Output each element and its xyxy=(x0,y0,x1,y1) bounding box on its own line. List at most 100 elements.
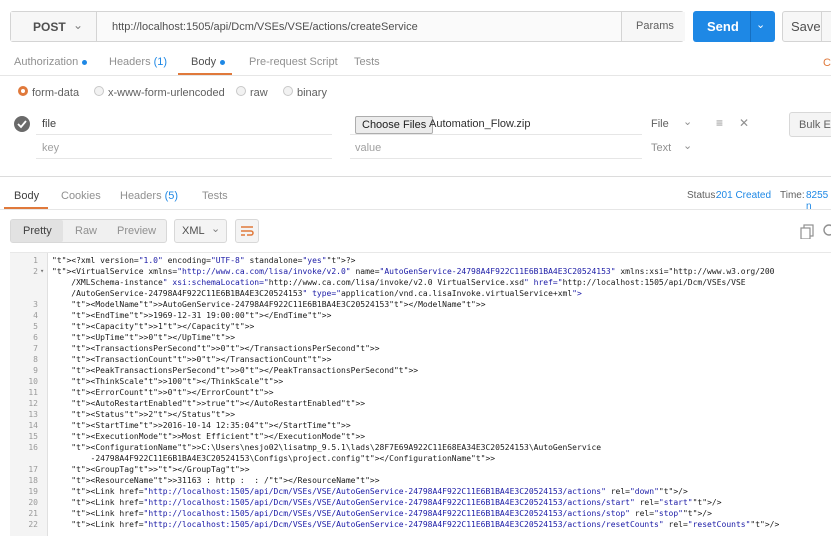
line-number: 19 xyxy=(28,487,38,496)
code-text: "t"><Capacity"t">>1"t"></Capacity"t">> xyxy=(71,322,255,331)
code-text: "t"><ThinkScale"t">>100"t"></ThinkScale"… xyxy=(71,377,284,386)
copy-icon[interactable] xyxy=(799,223,815,239)
check-icon xyxy=(17,120,27,129)
value-underline xyxy=(350,134,642,135)
key-input[interactable]: key xyxy=(42,142,59,154)
code-text: "t"><StartTime"t">>2016-10-14 12:35:04"t… xyxy=(71,421,351,430)
tabs-divider xyxy=(0,75,831,76)
save-divider xyxy=(821,12,822,41)
value-input[interactable]: value xyxy=(355,142,381,154)
radio-raw-label: raw xyxy=(250,87,268,99)
url-input[interactable]: http://localhost:1505/api/Dcm/VSEs/VSE/a… xyxy=(112,21,418,33)
params-button[interactable]: Params xyxy=(621,12,685,41)
format-label: XML xyxy=(182,225,205,237)
code-text: "t"><EndTime"t">>1969-12-31 19:00:00"t">… xyxy=(71,311,332,320)
tab-headers-label: Headers xyxy=(109,56,151,68)
row-enabled-checkbox[interactable] xyxy=(14,116,30,132)
tab-authorization[interactable]: Authorization xyxy=(14,56,88,68)
line-number: 12 xyxy=(28,399,38,408)
code-text: "t"><ConfigurationName"t">>C:\Users\nesj… xyxy=(71,443,602,452)
response-tab-cookies[interactable]: Cookies xyxy=(61,190,101,202)
code-text: "t"><TransactionCount"t">>0"t"></Transac… xyxy=(71,355,332,364)
line-number: 22 xyxy=(28,520,38,529)
code-text: "t"><UpTime"t">>0"t"></UpTime"t">> xyxy=(71,333,236,342)
close-icon[interactable]: ✕ xyxy=(739,116,749,130)
line-number: 3 xyxy=(33,300,38,309)
code-text: "t"><VirtualService xmlns="http://www.ca… xyxy=(52,267,775,276)
status-label: Status: xyxy=(687,190,719,201)
send-button[interactable]: Send ⌄ xyxy=(693,11,775,42)
radio-form-data[interactable] xyxy=(18,86,28,96)
method-select[interactable]: POST ⌄ xyxy=(11,12,97,41)
response-tab-body[interactable]: Body xyxy=(14,190,39,202)
request-bar: POST ⌄ http://localhost:1505/api/Dcm/VSE… xyxy=(10,11,685,42)
drag-handle-icon[interactable]: ≡ xyxy=(716,116,723,130)
view-pretty-label: Pretty xyxy=(23,225,52,237)
tab-pre-request-script[interactable]: Pre-request Script xyxy=(249,56,338,68)
cookies-link[interactable]: Co xyxy=(823,57,831,69)
code-line: 16 "t"><ConfigurationName"t">>C:\Users\n… xyxy=(10,442,831,453)
radio-binary-label: binary xyxy=(297,87,327,99)
fold-arrow-icon[interactable]: ▾ xyxy=(40,266,44,277)
tab-body[interactable]: Body xyxy=(191,56,226,68)
bulk-edit-button[interactable]: Bulk Ed xyxy=(789,112,831,137)
view-pretty-button[interactable]: Pretty xyxy=(11,220,63,242)
response-code-view[interactable]: 1 "t"><?xml version="1.0" encoding="UTF-8… xyxy=(10,252,831,536)
radio-raw[interactable] xyxy=(236,86,246,96)
response-tab-headers[interactable]: Headers (5) xyxy=(120,190,178,202)
tab-headers[interactable]: Headers (1) xyxy=(109,56,167,68)
code-line: 10 "t"><ThinkScale"t">>100"t"></ThinkSca… xyxy=(10,376,831,387)
tab-headers-count: (1) xyxy=(153,56,168,68)
code-text: "t"><AutoRestartEnabled"t">>true"t"></Au… xyxy=(71,399,366,408)
choose-files-button[interactable]: Choose Files xyxy=(355,116,434,134)
save-button[interactable]: Save xyxy=(782,11,831,42)
code-text: "t"><Link href="http://localhost:1505/ap… xyxy=(71,520,780,529)
radio-binary[interactable] xyxy=(283,86,293,96)
code-line: -24798A4F922C11E6B1BA4E3C20524153\Config… xyxy=(10,453,831,464)
file-name: Automation_Flow.zip xyxy=(429,118,531,130)
view-preview-button[interactable]: Preview xyxy=(117,225,156,237)
line-number: 14 xyxy=(28,421,38,430)
code-line: 1 "t"><?xml version="1.0" encoding="UTF-8… xyxy=(10,255,831,266)
code-line: 6 "t"><UpTime"t">>0"t"></UpTime"t">> xyxy=(10,332,831,343)
chevron-down-icon[interactable]: ⌄ xyxy=(683,139,692,152)
radio-urlencoded[interactable] xyxy=(94,86,104,96)
line-number: 2 xyxy=(33,267,38,276)
type-select-text[interactable]: Text xyxy=(651,142,671,154)
section-divider xyxy=(0,176,831,177)
view-raw-button[interactable]: Raw xyxy=(75,225,97,237)
chevron-down-icon[interactable]: ⌄ xyxy=(683,115,692,128)
code-text: "t"><Link href="http://localhost:1505/ap… xyxy=(71,487,688,496)
form-key-field[interactable]: file xyxy=(42,118,56,130)
code-line: 8 "t"><TransactionCount"t">>0"t"></Trans… xyxy=(10,354,831,365)
bulk-edit-label: Bulk Ed xyxy=(799,119,831,131)
code-line: 20 "t"><Link href="http://localhost:1505… xyxy=(10,497,831,508)
type-select-file[interactable]: File xyxy=(651,118,669,130)
line-number: 16 xyxy=(28,443,38,452)
tab-tests[interactable]: Tests xyxy=(354,56,380,68)
code-line: 2 ▾ "t"><VirtualService xmlns="http://www.… xyxy=(10,266,831,277)
format-select[interactable]: XML ⌄ xyxy=(174,219,227,243)
view-mode-group: Pretty Raw Preview xyxy=(10,219,167,243)
wrap-lines-button[interactable] xyxy=(235,219,259,243)
code-line: 13 "t"><Status"t">>2"t"></Status"t">> xyxy=(10,409,831,420)
code-text: /XMLSchema-instance" xsi:schemaLocation=… xyxy=(52,278,746,287)
code-line: 11 "t"><ErrorCount"t">>0"t"></ErrorCount… xyxy=(10,387,831,398)
code-text: "t"><PeakTransactionsPerSecond"t">>0"t">… xyxy=(71,366,419,375)
code-line: 17 "t"><GroupTag"t">>"t"></GroupTag"t">> xyxy=(10,464,831,475)
params-label: Params xyxy=(636,20,674,32)
code-line: /AutoGenService-24798A4F922C11E6B1BA4E3C… xyxy=(10,288,831,299)
code-line: 5 "t"><Capacity"t">>1"t"></Capacity"t">> xyxy=(10,321,831,332)
line-number: 8 xyxy=(33,355,38,364)
line-number: 17 xyxy=(28,465,38,474)
status-value: 201 Created xyxy=(716,190,772,201)
line-number: 13 xyxy=(28,410,38,419)
search-icon[interactable] xyxy=(821,223,831,239)
response-tab-tests[interactable]: Tests xyxy=(202,190,228,202)
code-text: "t"><ExecutionMode"t">>Most Efficient"t"… xyxy=(71,432,366,441)
send-dropdown-icon[interactable]: ⌄ xyxy=(756,18,765,31)
response-tab-headers-label: Headers xyxy=(120,190,162,202)
chevron-down-icon: ⌄ xyxy=(73,18,84,32)
line-number: 20 xyxy=(28,498,38,507)
chevron-down-icon: ⌄ xyxy=(211,223,221,235)
